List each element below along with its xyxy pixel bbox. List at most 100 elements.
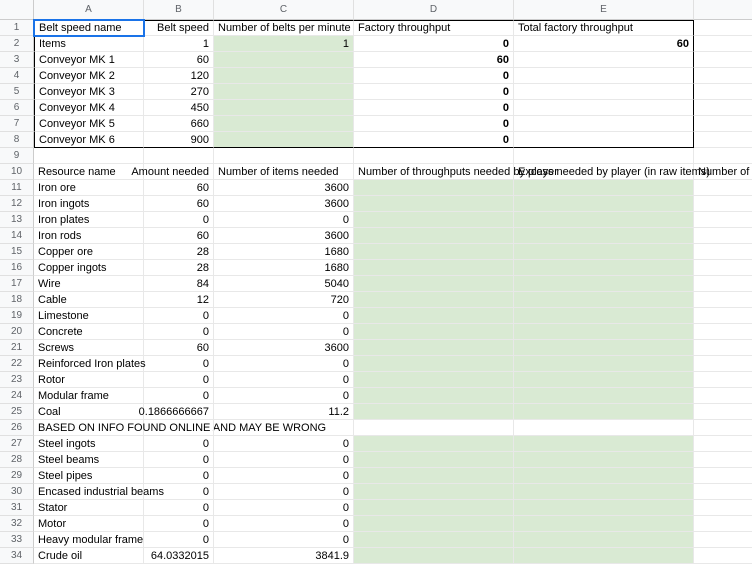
cell[interactable]: 0	[694, 516, 752, 532]
cell[interactable]	[354, 340, 514, 356]
cell[interactable]: Number of belts per minute	[214, 20, 354, 36]
cell[interactable]: 0	[214, 372, 354, 388]
row-header-18[interactable]: 18	[0, 292, 34, 308]
cell[interactable]: Conveyor MK 4	[34, 100, 144, 116]
col-header-F[interactable]: F	[694, 0, 752, 20]
cell[interactable]: 120	[694, 180, 752, 196]
cell[interactable]: 720	[214, 292, 354, 308]
cell[interactable]: Encased industrial beams	[34, 484, 144, 500]
cell[interactable]	[354, 228, 514, 244]
cell[interactable]	[354, 420, 514, 436]
cell[interactable]	[514, 516, 694, 532]
cell[interactable]	[514, 532, 694, 548]
cell[interactable]: 60	[144, 52, 214, 68]
cell[interactable]: 11.2	[214, 404, 354, 420]
cell[interactable]	[214, 116, 354, 132]
cell[interactable]: 0	[144, 500, 214, 516]
cell[interactable]	[514, 404, 694, 420]
cell[interactable]	[694, 68, 752, 84]
row-header-1[interactable]: 1	[0, 20, 34, 36]
col-header-C[interactable]: C	[214, 0, 354, 20]
cell[interactable]: 0	[694, 212, 752, 228]
cell[interactable]: 0	[144, 452, 214, 468]
cell[interactable]: 0	[354, 100, 514, 116]
cell[interactable]	[514, 420, 694, 436]
cell[interactable]: 120	[694, 196, 752, 212]
cell[interactable]: 60	[144, 228, 214, 244]
cell[interactable]	[694, 52, 752, 68]
row-header-8[interactable]: 8	[0, 132, 34, 148]
note-cell[interactable]: BASED ON INFO FOUND ONLINE AND MAY BE WR…	[34, 420, 144, 436]
cell[interactable]: Resource name	[34, 164, 144, 180]
cell[interactable]: 60	[144, 196, 214, 212]
cell[interactable]: 0	[144, 484, 214, 500]
cell[interactable]: Iron plates	[34, 212, 144, 228]
cell-A1[interactable]: Belt speed name	[34, 20, 144, 36]
cell[interactable]: 0	[694, 436, 752, 452]
cell[interactable]: Coal	[34, 404, 144, 420]
cell[interactable]: 0	[144, 532, 214, 548]
cell[interactable]	[694, 84, 752, 100]
cell[interactable]: 0	[694, 500, 752, 516]
cell[interactable]: Concrete	[34, 324, 144, 340]
cell[interactable]: Steel beams	[34, 452, 144, 468]
cell[interactable]: 3600	[214, 196, 354, 212]
cell[interactable]: 3600	[214, 180, 354, 196]
cell[interactable]: 84	[144, 276, 214, 292]
cell[interactable]: 0	[694, 468, 752, 484]
cell[interactable]	[354, 324, 514, 340]
cell[interactable]: Iron rods	[34, 228, 144, 244]
row-header-25[interactable]: 25	[0, 404, 34, 420]
cell[interactable]	[514, 324, 694, 340]
cell[interactable]	[354, 276, 514, 292]
cell[interactable]	[514, 276, 694, 292]
cell[interactable]: 240	[694, 228, 752, 244]
cell[interactable]: 0	[694, 452, 752, 468]
cell[interactable]: 0	[144, 372, 214, 388]
cell[interactable]: 270	[144, 84, 214, 100]
cell[interactable]	[354, 244, 514, 260]
cell[interactable]	[354, 452, 514, 468]
row-header-3[interactable]: 3	[0, 52, 34, 68]
cell[interactable]	[514, 436, 694, 452]
cell[interactable]: 0	[214, 436, 354, 452]
cell[interactable]	[694, 148, 752, 164]
cell[interactable]: 0	[354, 132, 514, 148]
cell[interactable]	[144, 420, 214, 436]
cell[interactable]: 0	[354, 36, 514, 52]
row-header-16[interactable]: 16	[0, 260, 34, 276]
cell[interactable]	[694, 132, 752, 148]
cell[interactable]: 60	[514, 36, 694, 52]
cell[interactable]: 28	[144, 260, 214, 276]
cell[interactable]: 60	[144, 340, 214, 356]
cell[interactable]	[354, 516, 514, 532]
cell[interactable]	[514, 548, 694, 564]
cell[interactable]: 3600	[214, 228, 354, 244]
row-header-27[interactable]: 27	[0, 436, 34, 452]
cell[interactable]: 3841.9	[214, 548, 354, 564]
cell[interactable]	[514, 100, 694, 116]
cell[interactable]: 0	[354, 68, 514, 84]
cell[interactable]	[514, 500, 694, 516]
row-header-32[interactable]: 32	[0, 516, 34, 532]
cell[interactable]: Conveyor MK 6	[34, 132, 144, 148]
cell[interactable]	[214, 132, 354, 148]
cell[interactable]: Copper ingots	[34, 260, 144, 276]
row-header-15[interactable]: 15	[0, 244, 34, 260]
cell[interactable]: Conveyor MK 5	[34, 116, 144, 132]
cell[interactable]: 0	[694, 324, 752, 340]
cell[interactable]	[354, 500, 514, 516]
cell[interactable]: 0	[214, 484, 354, 500]
cell[interactable]	[514, 180, 694, 196]
cell[interactable]	[354, 148, 514, 164]
cell[interactable]: Conveyor MK 1	[34, 52, 144, 68]
cell[interactable]	[514, 84, 694, 100]
cell[interactable]: 660	[144, 116, 214, 132]
cell[interactable]: 0	[144, 468, 214, 484]
cell[interactable]	[354, 356, 514, 372]
cell[interactable]: Steel pipes	[34, 468, 144, 484]
row-header-34[interactable]: 34	[0, 548, 34, 564]
col-header-D[interactable]: D	[354, 0, 514, 20]
cell[interactable]	[514, 52, 694, 68]
cell[interactable]: 12	[144, 292, 214, 308]
